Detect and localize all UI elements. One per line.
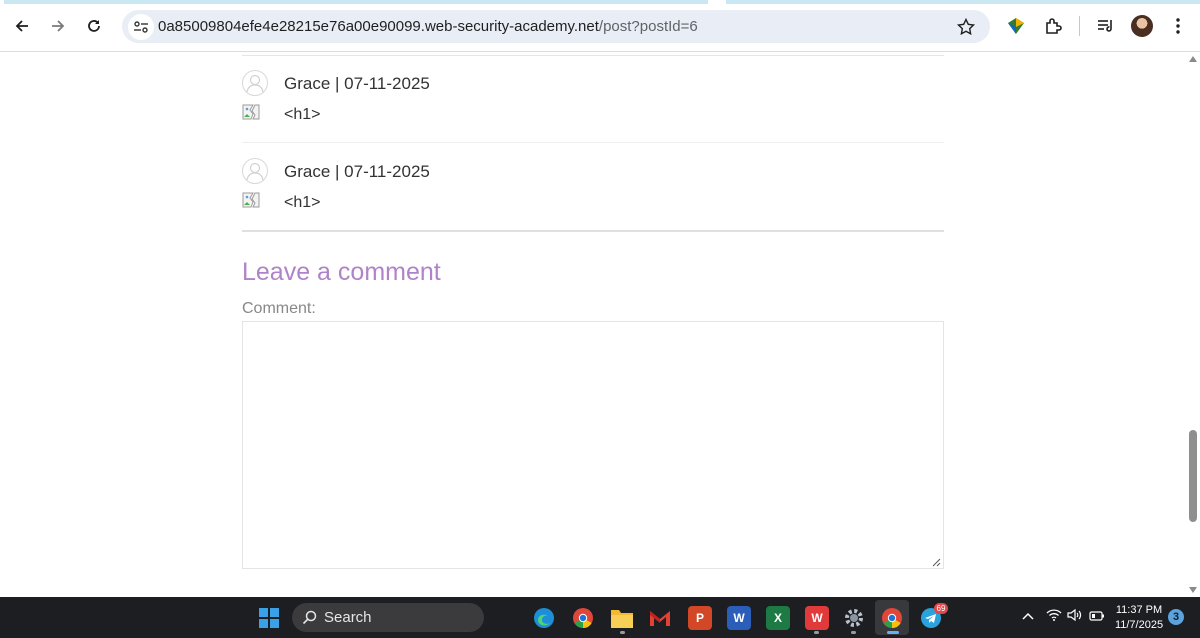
arrow-right-icon — [52, 20, 65, 32]
comment-divider — [242, 142, 944, 143]
wps-office-icon[interactable]: W — [805, 606, 829, 630]
file-explorer-icon[interactable] — [610, 606, 634, 630]
excel-icon[interactable]: X — [766, 606, 790, 630]
comment-body: <h1> — [284, 106, 321, 123]
commenter-avatar — [242, 70, 268, 96]
media-control-icon[interactable] — [1094, 14, 1118, 38]
page-viewport: Grace | 07-11-2025 <h1> Grace | 07-11-20… — [0, 53, 1186, 597]
url-host: 0a85009804efe4e28215e76a00e90099.web-sec… — [158, 18, 599, 35]
windows-taskbar: Search P W X W 69 11:37 PM 11/7/2025 3 — [0, 597, 1200, 638]
settings-gear-icon[interactable] — [842, 606, 866, 630]
comment-body: <h1> — [284, 194, 321, 211]
volume-icon[interactable] — [1067, 608, 1083, 624]
tab-strip — [0, 0, 1200, 4]
reload-icon — [88, 20, 100, 32]
toolbar-divider — [1079, 16, 1080, 36]
extensions-puzzle-icon[interactable] — [1041, 14, 1065, 38]
comment-meta: Grace | 07-11-2025 — [284, 162, 430, 181]
url-text[interactable]: 0a85009804efe4e28215e76a00e90099.web-sec… — [158, 18, 698, 35]
leave-comment-heading: Leave a comment — [242, 258, 441, 286]
comment-author: Grace — [284, 74, 331, 93]
comment-author: Grace — [284, 162, 331, 181]
search-icon — [302, 610, 317, 625]
taskbar-search-label: Search — [324, 609, 372, 626]
broken-image-icon — [242, 104, 260, 120]
user-icon — [246, 162, 264, 181]
forward-button[interactable] — [44, 12, 72, 40]
powerpoint-icon[interactable]: P — [688, 606, 712, 630]
bookmark-star-icon[interactable] — [956, 17, 976, 37]
comment-divider — [242, 55, 944, 56]
clock-time: 11:37 PM — [1115, 604, 1163, 616]
comment-textarea[interactable] — [242, 321, 944, 569]
word-icon[interactable]: W — [727, 606, 751, 630]
more-menu-icon[interactable] — [1166, 14, 1190, 38]
clock-date: 11/7/2025 — [1114, 619, 1164, 631]
chrome-active-icon[interactable] — [880, 606, 904, 630]
user-icon — [246, 74, 264, 93]
gmail-icon[interactable] — [648, 606, 672, 630]
resize-handle-icon[interactable] — [932, 558, 941, 567]
start-button[interactable] — [259, 608, 279, 628]
section-divider — [242, 230, 944, 232]
taskbar-search[interactable]: Search — [292, 603, 484, 632]
tray-overflow-chevron-icon[interactable] — [1022, 609, 1034, 624]
commenter-avatar — [242, 158, 268, 184]
url-path: /post?postId=6 — [598, 18, 698, 35]
profile-avatar[interactable] — [1131, 15, 1153, 37]
page-scrollbar[interactable] — [1186, 53, 1200, 597]
notification-badge[interactable]: 3 — [1168, 609, 1184, 625]
site-info-icon[interactable] — [128, 14, 154, 40]
wifi-icon[interactable] — [1046, 609, 1062, 624]
scrollbar-thumb[interactable] — [1189, 430, 1197, 522]
reload-button[interactable] — [80, 12, 108, 40]
comment-label: Comment: — [242, 300, 316, 317]
chrome-icon[interactable] — [571, 606, 595, 630]
system-clock[interactable]: 11:37 PM 11/7/2025 — [1113, 603, 1165, 633]
battery-icon[interactable] — [1089, 609, 1105, 624]
edge-icon[interactable] — [532, 606, 556, 630]
browser-toolbar: 0a85009804efe4e28215e76a00e90099.web-sec… — [0, 0, 1200, 52]
telegram-unread-badge: 69 — [934, 603, 948, 614]
scroll-up-arrow-icon[interactable] — [1189, 56, 1197, 62]
broken-image-icon — [242, 192, 260, 208]
extension-app-icon[interactable] — [1004, 14, 1028, 38]
arrow-left-icon — [15, 20, 28, 32]
comment-date: 07-11-2025 — [344, 74, 430, 93]
address-bar[interactable]: 0a85009804efe4e28215e76a00e90099.web-sec… — [122, 10, 990, 43]
back-button[interactable] — [8, 12, 36, 40]
scroll-down-arrow-icon[interactable] — [1189, 587, 1197, 593]
comment-date: 07-11-2025 — [344, 162, 430, 181]
comment-meta: Grace | 07-11-2025 — [284, 74, 430, 93]
